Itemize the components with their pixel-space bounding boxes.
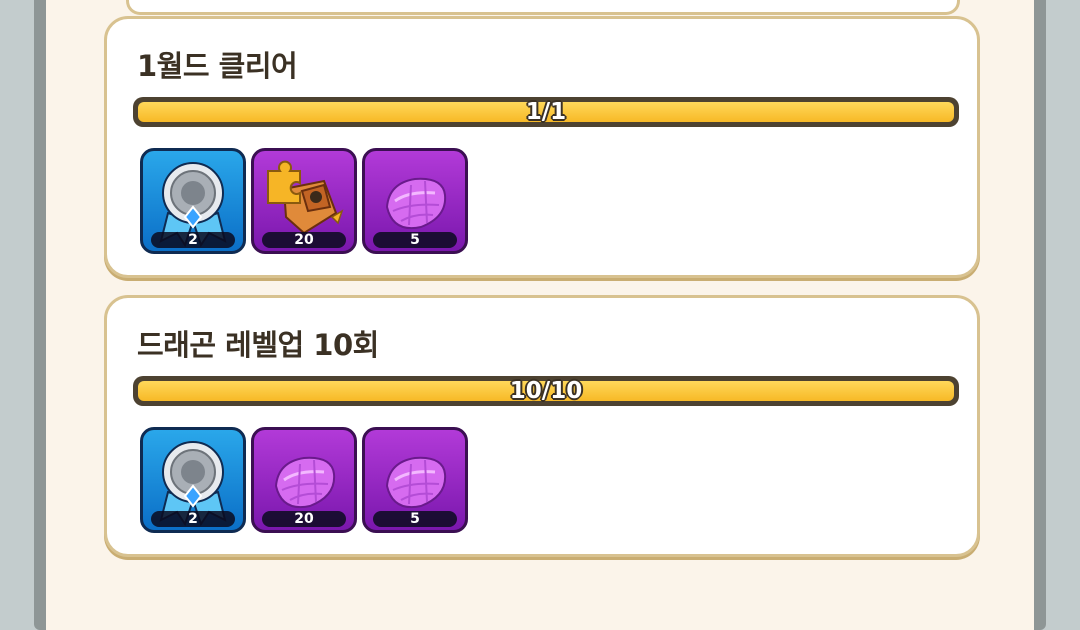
progress-bar: 1/1 xyxy=(133,97,959,127)
reward-item[interactable]: 20 xyxy=(251,427,357,533)
progress-text: 1/1 xyxy=(525,99,567,125)
mission-title: 1월드 클리어 xyxy=(137,49,298,83)
progress-bar: 10/10 xyxy=(133,376,959,406)
reward-quantity: 5 xyxy=(373,232,457,248)
reward-quantity: 20 xyxy=(262,232,346,248)
mission-card: 1월드 클리어 1/1 2 20 5 xyxy=(104,16,980,278)
mission-title: 드래곤 레벨업 10회 xyxy=(137,328,379,362)
progress-text: 10/10 xyxy=(509,378,583,404)
reward-quantity: 2 xyxy=(151,511,235,527)
reward-quantity: 20 xyxy=(262,511,346,527)
reward-item[interactable]: 2 xyxy=(140,427,246,533)
mission-card: 드래곤 레벨업 10회 10/10 2 20 5 xyxy=(104,295,980,557)
reward-quantity: 5 xyxy=(373,511,457,527)
reward-item[interactable]: 5 xyxy=(362,427,468,533)
reward-item[interactable]: 2 xyxy=(140,148,246,254)
previous-mission-card xyxy=(126,0,960,15)
reward-item[interactable]: 5 xyxy=(362,148,468,254)
reward-item[interactable]: 20 xyxy=(251,148,357,254)
reward-quantity: 2 xyxy=(151,232,235,248)
